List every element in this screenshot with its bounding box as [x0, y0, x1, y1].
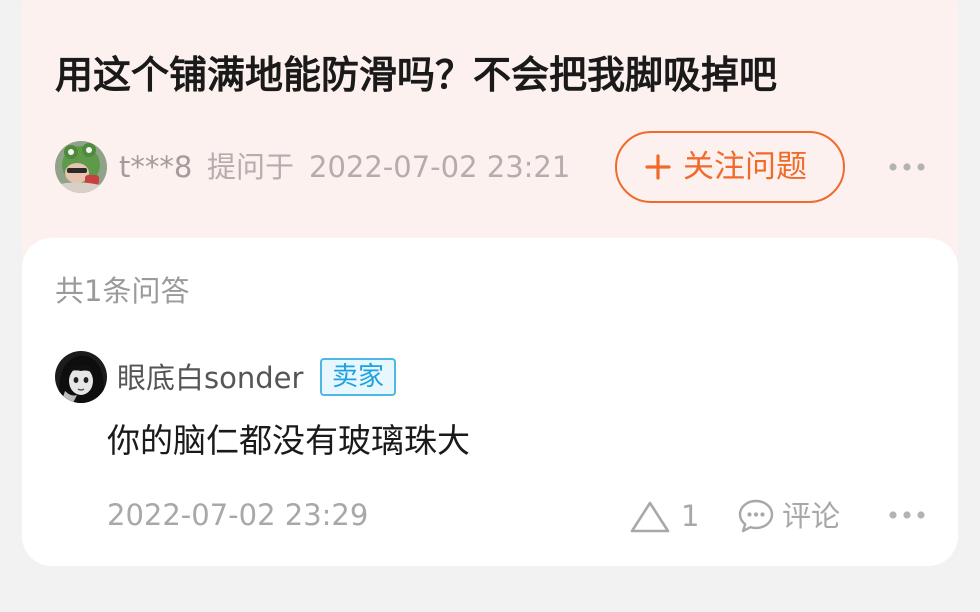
speech-bubble-icon — [737, 497, 775, 535]
triangle-up-icon — [627, 498, 673, 536]
comment-label: 评论 — [782, 499, 841, 533]
more-dots-icon — [884, 511, 930, 534]
answer-count: 共1条问答 — [55, 274, 190, 308]
asked-label: 提问于 — [207, 150, 295, 184]
answerer-avatar[interactable] — [55, 351, 107, 403]
answer-time: 2022-07-02 23:29 — [107, 498, 369, 532]
more-dots-icon — [884, 163, 930, 186]
plus-icon — [643, 152, 673, 182]
asker-name: t***8 — [119, 150, 193, 184]
asked-time: 2022-07-02 23:21 — [309, 150, 571, 184]
question-title: 用这个铺满地能防滑吗？不会把我脚吸掉吧 — [55, 53, 778, 97]
question-more-button[interactable] — [884, 152, 930, 182]
like-count: 1 — [681, 499, 700, 533]
answer-text: 你的脑仁都没有玻璃珠大 — [107, 421, 470, 460]
follow-question-button[interactable]: 关注问题 — [615, 131, 845, 203]
like-button[interactable]: 1 — [627, 495, 699, 537]
asker-avatar[interactable] — [55, 141, 107, 193]
answer-more-button[interactable] — [884, 500, 930, 530]
answerer-name: 眼底白sonder — [117, 361, 304, 395]
follow-question-label: 关注问题 — [683, 149, 807, 185]
comment-button[interactable]: 评论 — [737, 495, 849, 539]
seller-badge: 卖家 — [320, 358, 396, 396]
